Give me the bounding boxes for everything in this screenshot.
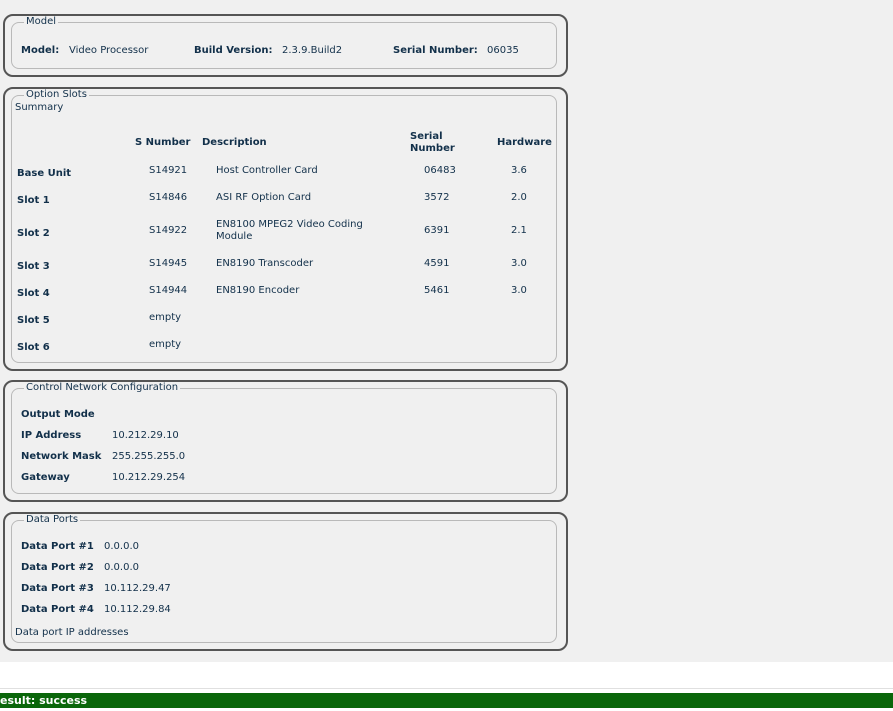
slot-name: Slot 2 <box>17 228 50 239</box>
data-port-4-value: 10.112.29.84 <box>104 604 171 615</box>
data-ports-legend: Data Ports <box>24 514 81 526</box>
output-mode-label: Output Mode <box>21 409 95 420</box>
slot-hardware: 3.0 <box>511 285 527 296</box>
slot-s-number: empty <box>149 312 182 323</box>
data-port-2-label: Data Port #2 <box>21 562 94 573</box>
data-port-4-label: Data Port #4 <box>21 604 94 615</box>
model-panel: Model Model: Video Processor Build Versi… <box>3 14 568 77</box>
model-legend: Model <box>24 16 59 28</box>
gateway-value: 10.212.29.254 <box>112 472 186 483</box>
data-port-1-label: Data Port #1 <box>21 541 94 552</box>
slot-s-number: S14944 <box>149 285 188 296</box>
slot-s-number: S14846 <box>149 192 188 203</box>
slot-s-number: S14921 <box>149 165 188 176</box>
slot-serial: 3572 <box>424 192 450 203</box>
data-port-3-value: 10.112.29.47 <box>104 583 171 594</box>
slot-s-number: S14945 <box>149 258 188 269</box>
build-version-label: Build Version: <box>194 45 273 56</box>
network-mask-label: Network Mask <box>21 451 102 462</box>
header-serial-number: Serial Number <box>410 131 455 154</box>
header-hardware: Hardware <box>497 137 552 148</box>
slot-serial: 4591 <box>424 258 450 269</box>
model-label: Model: <box>21 45 60 56</box>
result-status-bar: esult: success <box>0 693 893 708</box>
network-mask-value: 255.255.255.0 <box>112 451 186 462</box>
slot-description: EN8190 Transcoder <box>216 258 314 269</box>
slot-description: EN8190 Encoder <box>216 285 300 296</box>
slot-s-number: S14922 <box>149 225 188 236</box>
slot-description: ASI RF Option Card <box>216 192 312 203</box>
slot-name: Slot 5 <box>17 315 50 326</box>
slot-hardware: 3.0 <box>511 258 527 269</box>
data-port-3-label: Data Port #3 <box>21 583 94 594</box>
serial-number-value: 06035 <box>487 45 519 56</box>
header-s-number: S Number <box>135 137 191 148</box>
slot-hardware: 2.1 <box>511 225 527 236</box>
header-description: Description <box>202 137 267 148</box>
slot-name: Base Unit <box>17 168 72 179</box>
slot-description: EN8100 MPEG2 Video Coding Module <box>216 219 363 242</box>
content-area: Model Model: Video Processor Build Versi… <box>0 0 893 662</box>
control-network-legend: Control Network Configuration <box>24 382 181 394</box>
slot-hardware: 3.6 <box>511 165 527 176</box>
slot-name: Slot 4 <box>17 288 50 299</box>
slot-serial: 06483 <box>424 165 456 176</box>
slot-serial: 6391 <box>424 225 450 236</box>
data-ports-panel: Data Ports Data Port #1 0.0.0.0 Data Por… <box>3 512 568 651</box>
slot-serial: 5461 <box>424 285 450 296</box>
summary-label: Summary <box>15 102 64 113</box>
slot-name: Slot 3 <box>17 261 50 272</box>
data-ports-fieldset: Data Ports <box>11 514 557 643</box>
divider <box>0 688 893 689</box>
slot-hardware: 2.0 <box>511 192 527 203</box>
data-port-1-value: 0.0.0.0 <box>104 541 139 552</box>
build-version-value: 2.3.9.Build2 <box>282 45 343 56</box>
serial-number-label: Serial Number: <box>393 45 478 56</box>
option-slots-panel: Option Slots Summary S Number Descriptio… <box>3 87 568 371</box>
gateway-label: Gateway <box>21 472 70 483</box>
slot-name: Slot 6 <box>17 342 50 353</box>
slot-description: Host Controller Card <box>216 165 318 176</box>
model-value: Video Processor <box>69 45 149 56</box>
slot-name: Slot 1 <box>17 195 50 206</box>
data-port-2-value: 0.0.0.0 <box>104 562 139 573</box>
control-network-panel: Control Network Configuration Output Mod… <box>3 380 568 502</box>
data-ports-note: Data port IP addresses <box>15 627 129 638</box>
ip-address-label: IP Address <box>21 430 82 441</box>
option-slots-legend: Option Slots <box>24 89 89 101</box>
slot-s-number: empty <box>149 339 182 350</box>
control-network-fieldset: Control Network Configuration <box>11 382 557 494</box>
ip-address-value: 10.212.29.10 <box>112 430 179 441</box>
